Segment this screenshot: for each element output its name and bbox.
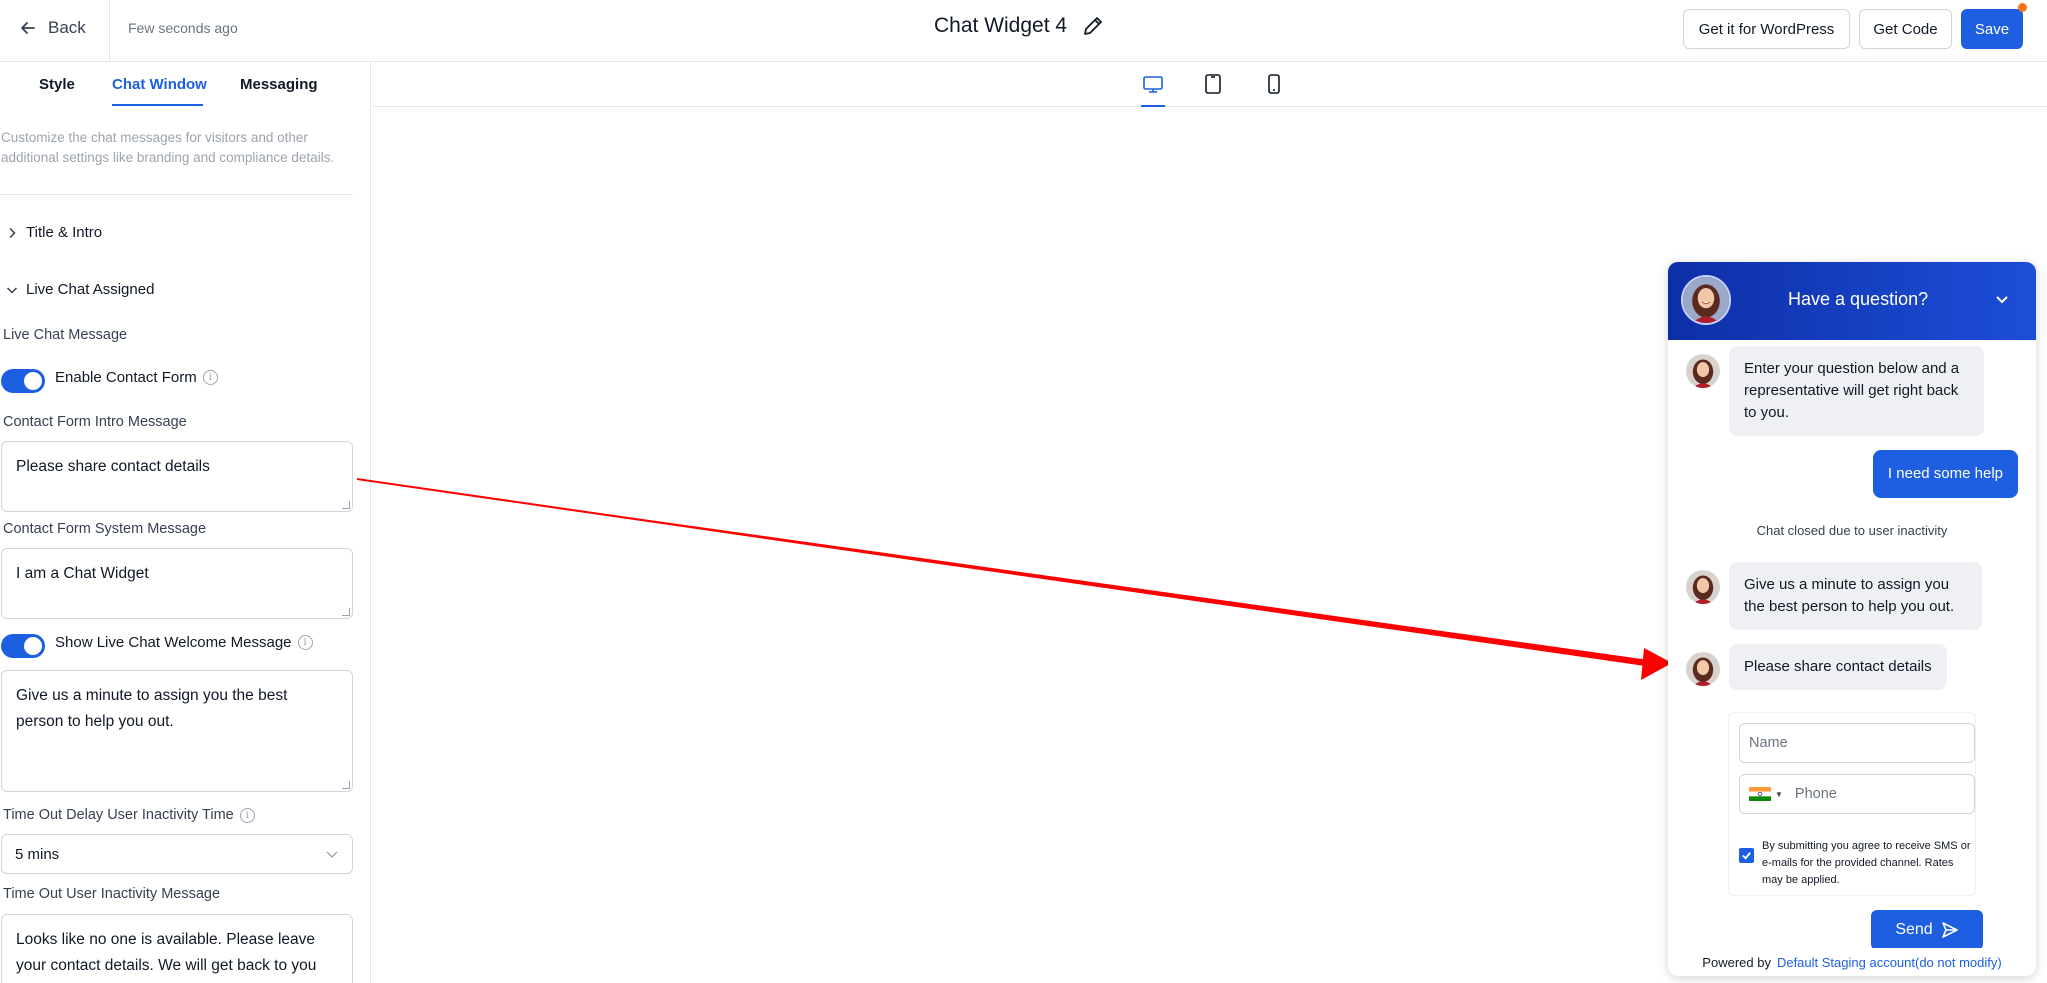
back-button[interactable]: Back bbox=[18, 14, 86, 42]
field-label: Contact Form System Message bbox=[3, 521, 207, 537]
enable-contact-form-text: Enable Contact Form bbox=[55, 369, 197, 386]
resize-handle[interactable] bbox=[342, 501, 350, 509]
welcome-message-textarea[interactable]: Give us a minute to assign you the best … bbox=[1, 670, 353, 792]
send-button[interactable]: Send bbox=[1871, 910, 1983, 950]
timeout-message-textarea[interactable]: Looks like no one is available. Please l… bbox=[1, 914, 353, 983]
accordion-title-intro-label: Title & Intro bbox=[26, 224, 103, 241]
user-message: I need some help bbox=[1872, 450, 2018, 498]
contact-form: Name ▼ Phone By submitting you agree to … bbox=[1728, 712, 1976, 896]
tab-chat-window[interactable]: Chat Window bbox=[112, 76, 207, 93]
agent-avatar bbox=[1686, 570, 1720, 604]
textarea-value: Give us a minute to assign you the best … bbox=[16, 687, 288, 730]
consent-row: By submitting you agree to receive SMS o… bbox=[1739, 838, 1971, 889]
chevron-down-icon bbox=[6, 286, 18, 294]
info-icon[interactable]: i bbox=[297, 635, 313, 650]
phone-placeholder: Phone bbox=[1794, 786, 1837, 802]
timeout-delay-select[interactable]: 5 mins bbox=[1, 834, 353, 874]
divider bbox=[109, 0, 110, 62]
powered-by-link[interactable]: Default Staging account(do not modify) bbox=[1777, 955, 2002, 970]
contact-form-system-textarea[interactable]: I am a Chat Widget bbox=[1, 548, 353, 619]
system-message: Chat closed due to user inactivity bbox=[1756, 523, 1948, 538]
field-label: Time Out Delay User Inactivity Time i bbox=[3, 807, 255, 823]
select-value: 5 mins bbox=[15, 845, 60, 863]
unsaved-indicator-dot bbox=[2018, 3, 2027, 12]
textarea-value: I am a Chat Widget bbox=[16, 565, 149, 582]
chat-widget-preview: Have a question? Enter your question bel… bbox=[1668, 262, 2036, 976]
show-welcome-label: Show Live Chat Welcome Message i bbox=[55, 634, 313, 651]
name-input[interactable]: Name bbox=[1739, 723, 1975, 763]
textarea-value: Please share contact details bbox=[16, 458, 210, 475]
tab-messaging[interactable]: Messaging bbox=[240, 76, 318, 93]
desktop-icon[interactable] bbox=[1141, 72, 1165, 96]
send-icon bbox=[1941, 922, 1958, 938]
active-device-indicator bbox=[1141, 105, 1165, 107]
send-label: Send bbox=[1895, 921, 1933, 938]
agent-message: Please share contact details bbox=[1729, 644, 1947, 690]
divider bbox=[0, 194, 353, 195]
chevron-right-icon bbox=[9, 227, 16, 238]
agent-message: Enter your question below and a represen… bbox=[1729, 346, 1984, 436]
resize-handle[interactable] bbox=[342, 608, 350, 616]
enable-contact-form-label: Enable Contact Form i bbox=[55, 369, 218, 386]
consent-text: By submitting you agree to receive SMS o… bbox=[1762, 840, 1971, 886]
caret-down-icon[interactable]: ▼ bbox=[1775, 790, 1783, 799]
chat-header-title: Have a question? bbox=[1788, 289, 1929, 309]
chevron-down-icon[interactable] bbox=[1992, 289, 2012, 309]
checkmark-icon bbox=[1742, 852, 1751, 860]
chat-header: Have a question? bbox=[1668, 262, 2036, 340]
back-label: Back bbox=[48, 18, 86, 37]
accordion-live-chat-assigned-label: Live Chat Assigned bbox=[26, 281, 155, 298]
active-tab-indicator bbox=[112, 104, 203, 106]
mobile-icon[interactable] bbox=[1262, 72, 1286, 96]
widget-title-group: Chat Widget 4 bbox=[934, 14, 1105, 38]
section-heading: Live Chat Message bbox=[3, 327, 128, 343]
settings-panel: Style Chat Window Messaging Customize th… bbox=[0, 62, 371, 983]
page-title: Chat Widget 4 bbox=[934, 14, 1068, 37]
get-wordpress-button[interactable]: Get it for WordPress bbox=[1683, 9, 1850, 49]
top-bar: Back Few seconds ago Chat Widget 4 Get i… bbox=[0, 0, 2047, 62]
tab-style[interactable]: Style bbox=[39, 76, 75, 93]
enable-contact-form-toggle[interactable] bbox=[1, 369, 45, 393]
show-welcome-toggle[interactable] bbox=[1, 634, 45, 658]
accordion-live-chat-assigned[interactable]: Live Chat Assigned bbox=[6, 281, 154, 298]
show-welcome-text: Show Live Chat Welcome Message bbox=[55, 634, 292, 651]
resize-handle[interactable] bbox=[342, 781, 350, 789]
field-label: Time Out User Inactivity Message bbox=[3, 886, 221, 902]
arrow-left-icon bbox=[21, 22, 35, 34]
powered-by-footer: Powered by Default Staging account(do no… bbox=[1668, 948, 2036, 976]
device-preview-bar bbox=[372, 62, 2047, 107]
textarea-value: Looks like no one is available. Please l… bbox=[16, 931, 317, 974]
pencil-icon[interactable] bbox=[1081, 14, 1105, 38]
tablet-icon[interactable] bbox=[1201, 72, 1225, 96]
agent-avatar bbox=[1681, 275, 1731, 325]
saved-status: Few seconds ago bbox=[128, 20, 238, 36]
field-label: Contact Form Intro Message bbox=[3, 414, 187, 430]
accordion-title-intro[interactable]: Title & Intro bbox=[6, 224, 102, 241]
timeout-delay-text: Time Out Delay User Inactivity Time bbox=[3, 807, 234, 823]
panel-description: Customize the chat messages for visitors… bbox=[1, 130, 335, 165]
chevron-down-icon bbox=[326, 851, 338, 858]
agent-avatar bbox=[1686, 354, 1720, 388]
contact-form-intro-textarea[interactable]: Please share contact details bbox=[1, 441, 353, 512]
name-placeholder: Name bbox=[1749, 735, 1788, 751]
powered-by-label: Powered by bbox=[1702, 954, 1771, 970]
info-icon[interactable]: i bbox=[202, 370, 218, 385]
get-code-button[interactable]: Get Code bbox=[1859, 9, 1952, 49]
india-flag-icon[interactable] bbox=[1749, 787, 1771, 801]
save-button[interactable]: Save bbox=[1961, 9, 2023, 49]
phone-input[interactable]: ▼ Phone bbox=[1739, 774, 1975, 814]
agent-avatar bbox=[1686, 652, 1720, 686]
info-icon[interactable]: i bbox=[239, 807, 255, 823]
tab-bar: Style Chat Window Messaging bbox=[0, 62, 370, 108]
consent-checkbox[interactable] bbox=[1739, 848, 1754, 863]
agent-message: Give us a minute to assign you the best … bbox=[1729, 562, 1982, 630]
